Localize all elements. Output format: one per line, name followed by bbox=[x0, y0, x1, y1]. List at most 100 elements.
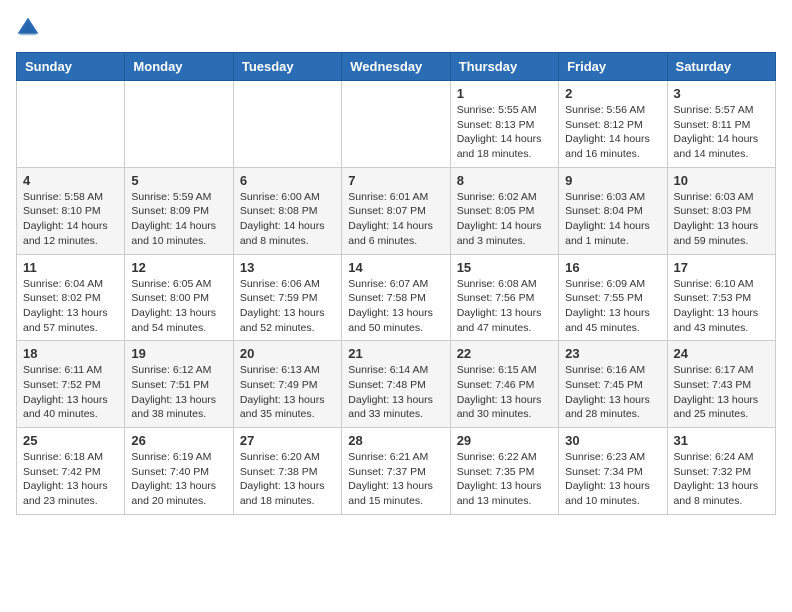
day-number: 18 bbox=[23, 346, 118, 361]
calendar-cell: 17 Sunrise: 6:10 AM Sunset: 7:53 PM Dayli… bbox=[667, 254, 775, 341]
day-number: 14 bbox=[348, 260, 443, 275]
day-info: Sunrise: 5:58 AM Sunset: 8:10 PM Dayligh… bbox=[23, 190, 118, 249]
calendar-cell: 22Sunrise: 6:15 AM Sunset: 7:46 PM Dayli… bbox=[450, 341, 558, 428]
logo-icon bbox=[16, 16, 40, 40]
day-number: 17 bbox=[674, 260, 769, 275]
calendar-cell bbox=[233, 81, 341, 168]
day-info: Sunrise: 6:14 AM Sunset: 7:48 PM Dayligh… bbox=[348, 363, 443, 422]
calendar-cell: 2Sunrise: 5:56 AM Sunset: 8:12 PM Daylig… bbox=[559, 81, 667, 168]
day-number: 28 bbox=[348, 433, 443, 448]
day-number: 2 bbox=[565, 86, 660, 101]
day-number: 30 bbox=[565, 433, 660, 448]
day-info: Sunrise: 6:17 AM Sunset: 7:43 PM Dayligh… bbox=[674, 363, 769, 422]
day-number: 20 bbox=[240, 346, 335, 361]
calendar-cell: 15Sunrise: 6:08 AM Sunset: 7:56 PM Dayli… bbox=[450, 254, 558, 341]
calendar-cell: 25 Sunrise: 6:18 AM Sunset: 7:42 PM Dayli… bbox=[17, 428, 125, 515]
calendar-cell: 7 Sunrise: 6:01 AM Sunset: 8:07 PM Daylig… bbox=[342, 167, 450, 254]
day-info: Sunrise: 6:12 AM Sunset: 7:51 PM Dayligh… bbox=[131, 363, 226, 422]
day-info: Sunrise: 6:11 AM Sunset: 7:52 PM Dayligh… bbox=[23, 363, 118, 422]
calendar-cell: 3 Sunrise: 5:57 AM Sunset: 8:11 PM Daylig… bbox=[667, 81, 775, 168]
day-info: Sunrise: 6:10 AM Sunset: 7:53 PM Dayligh… bbox=[674, 277, 769, 336]
day-number: 11 bbox=[23, 260, 118, 275]
day-info: Sunrise: 6:24 AM Sunset: 7:32 PM Dayligh… bbox=[674, 450, 769, 509]
day-info: Sunrise: 6:23 AM Sunset: 7:34 PM Dayligh… bbox=[565, 450, 660, 509]
calendar-cell bbox=[342, 81, 450, 168]
calendar-cell: 8 Sunrise: 6:02 AM Sunset: 8:05 PM Daylig… bbox=[450, 167, 558, 254]
day-info: Sunrise: 6:05 AM Sunset: 8:00 PM Dayligh… bbox=[131, 277, 226, 336]
day-info: Sunrise: 6:18 AM Sunset: 7:42 PM Dayligh… bbox=[23, 450, 118, 509]
calendar-cell: 10 Sunrise: 6:03 AM Sunset: 8:03 PM Dayli… bbox=[667, 167, 775, 254]
calendar-cell: 23 Sunrise: 6:16 AM Sunset: 7:45 PM Dayli… bbox=[559, 341, 667, 428]
day-info: Sunrise: 6:21 AM Sunset: 7:37 PM Dayligh… bbox=[348, 450, 443, 509]
day-number: 7 bbox=[348, 173, 443, 188]
calendar-cell: 4 Sunrise: 5:58 AM Sunset: 8:10 PM Daylig… bbox=[17, 167, 125, 254]
day-info: Sunrise: 6:13 AM Sunset: 7:49 PM Dayligh… bbox=[240, 363, 335, 422]
day-info: Sunrise: 6:01 AM Sunset: 8:07 PM Dayligh… bbox=[348, 190, 443, 249]
day-info: Sunrise: 6:03 AM Sunset: 8:03 PM Dayligh… bbox=[674, 190, 769, 249]
day-info: Sunrise: 6:02 AM Sunset: 8:05 PM Dayligh… bbox=[457, 190, 552, 249]
calendar-cell: 5 Sunrise: 5:59 AM Sunset: 8:09 PM Daylig… bbox=[125, 167, 233, 254]
day-number: 1 bbox=[457, 86, 552, 101]
day-number: 13 bbox=[240, 260, 335, 275]
day-number: 23 bbox=[565, 346, 660, 361]
day-number: 21 bbox=[348, 346, 443, 361]
day-info: Sunrise: 6:03 AM Sunset: 8:04 PM Dayligh… bbox=[565, 190, 660, 249]
calendar-cell: 28 Sunrise: 6:21 AM Sunset: 7:37 PM Dayli… bbox=[342, 428, 450, 515]
weekday-header-monday: Monday bbox=[125, 53, 233, 81]
day-info: Sunrise: 5:57 AM Sunset: 8:11 PM Dayligh… bbox=[674, 103, 769, 162]
day-number: 8 bbox=[457, 173, 552, 188]
day-info: Sunrise: 5:55 AM Sunset: 8:13 PM Dayligh… bbox=[457, 103, 552, 162]
day-number: 15 bbox=[457, 260, 552, 275]
day-number: 19 bbox=[131, 346, 226, 361]
calendar-cell: 26 Sunrise: 6:19 AM Sunset: 7:40 PM Dayli… bbox=[125, 428, 233, 515]
day-info: Sunrise: 6:07 AM Sunset: 7:58 PM Dayligh… bbox=[348, 277, 443, 336]
calendar-week-3: 11 Sunrise: 6:04 AM Sunset: 8:02 PM Dayli… bbox=[17, 254, 776, 341]
calendar-cell bbox=[17, 81, 125, 168]
calendar-cell: 12Sunrise: 6:05 AM Sunset: 8:00 PM Dayli… bbox=[125, 254, 233, 341]
calendar-cell: 27Sunrise: 6:20 AM Sunset: 7:38 PM Dayli… bbox=[233, 428, 341, 515]
calendar-cell: 29 Sunrise: 6:22 AM Sunset: 7:35 PM Dayli… bbox=[450, 428, 558, 515]
page-header bbox=[16, 16, 776, 40]
calendar-cell bbox=[125, 81, 233, 168]
day-info: Sunrise: 6:04 AM Sunset: 8:02 PM Dayligh… bbox=[23, 277, 118, 336]
day-number: 10 bbox=[674, 173, 769, 188]
calendar-cell: 11 Sunrise: 6:04 AM Sunset: 8:02 PM Dayli… bbox=[17, 254, 125, 341]
calendar-week-4: 18 Sunrise: 6:11 AM Sunset: 7:52 PM Dayli… bbox=[17, 341, 776, 428]
day-info: Sunrise: 5:59 AM Sunset: 8:09 PM Dayligh… bbox=[131, 190, 226, 249]
day-number: 9 bbox=[565, 173, 660, 188]
calendar-cell: 21 Sunrise: 6:14 AM Sunset: 7:48 PM Dayli… bbox=[342, 341, 450, 428]
day-number: 3 bbox=[674, 86, 769, 101]
weekday-header-tuesday: Tuesday bbox=[233, 53, 341, 81]
weekday-header-sunday: Sunday bbox=[17, 53, 125, 81]
calendar-cell: 9 Sunrise: 6:03 AM Sunset: 8:04 PM Daylig… bbox=[559, 167, 667, 254]
day-number: 6 bbox=[240, 173, 335, 188]
calendar-cell: 1 Sunrise: 5:55 AM Sunset: 8:13 PM Daylig… bbox=[450, 81, 558, 168]
day-number: 5 bbox=[131, 173, 226, 188]
day-info: Sunrise: 6:16 AM Sunset: 7:45 PM Dayligh… bbox=[565, 363, 660, 422]
calendar-table: SundayMondayTuesdayWednesdayThursdayFrid… bbox=[16, 52, 776, 515]
day-number: 24 bbox=[674, 346, 769, 361]
calendar-cell: 31 Sunrise: 6:24 AM Sunset: 7:32 PM Dayli… bbox=[667, 428, 775, 515]
day-number: 16 bbox=[565, 260, 660, 275]
calendar-cell: 24 Sunrise: 6:17 AM Sunset: 7:43 PM Dayli… bbox=[667, 341, 775, 428]
weekday-header-friday: Friday bbox=[559, 53, 667, 81]
calendar-cell: 6 Sunrise: 6:00 AM Sunset: 8:08 PM Daylig… bbox=[233, 167, 341, 254]
calendar-cell: 16Sunrise: 6:09 AM Sunset: 7:55 PM Dayli… bbox=[559, 254, 667, 341]
day-info: Sunrise: 6:19 AM Sunset: 7:40 PM Dayligh… bbox=[131, 450, 226, 509]
day-number: 22 bbox=[457, 346, 552, 361]
calendar-cell: 20 Sunrise: 6:13 AM Sunset: 7:49 PM Dayli… bbox=[233, 341, 341, 428]
day-number: 29 bbox=[457, 433, 552, 448]
day-info: Sunrise: 6:20 AM Sunset: 7:38 PM Dayligh… bbox=[240, 450, 335, 509]
day-number: 26 bbox=[131, 433, 226, 448]
weekday-header-wednesday: Wednesday bbox=[342, 53, 450, 81]
day-number: 4 bbox=[23, 173, 118, 188]
weekday-header-row: SundayMondayTuesdayWednesdayThursdayFrid… bbox=[17, 53, 776, 81]
calendar-week-5: 25 Sunrise: 6:18 AM Sunset: 7:42 PM Dayli… bbox=[17, 428, 776, 515]
day-number: 25 bbox=[23, 433, 118, 448]
calendar-cell: 19 Sunrise: 6:12 AM Sunset: 7:51 PM Dayli… bbox=[125, 341, 233, 428]
logo bbox=[16, 16, 44, 40]
day-number: 31 bbox=[674, 433, 769, 448]
day-info: Sunrise: 6:00 AM Sunset: 8:08 PM Dayligh… bbox=[240, 190, 335, 249]
weekday-header-saturday: Saturday bbox=[667, 53, 775, 81]
day-info: Sunrise: 6:22 AM Sunset: 7:35 PM Dayligh… bbox=[457, 450, 552, 509]
